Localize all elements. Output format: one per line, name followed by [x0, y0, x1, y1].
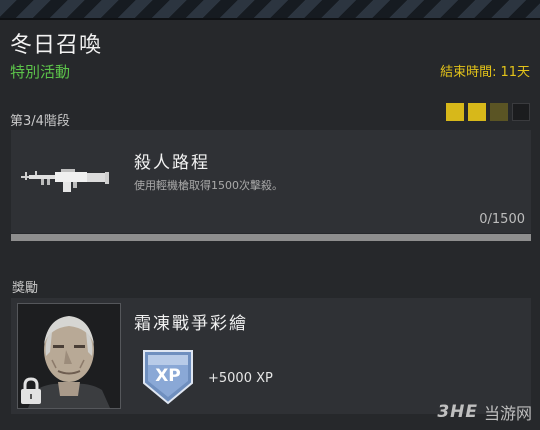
event-title: 冬日召喚 [10, 33, 103, 58]
xp-badge-text: XP [155, 366, 181, 386]
end-time: 結束時間: 11天 [440, 61, 530, 80]
end-time-value: 11天 [500, 65, 530, 80]
stage-label: 第3/4階段 [10, 114, 70, 129]
xp-reward-amount: +5000 XP [208, 371, 273, 386]
xp-badge-icon: XP [142, 349, 194, 409]
watermark-logo: 3HE [437, 402, 478, 422]
reward-name: 霜凍戰爭彩繪 [134, 314, 248, 334]
watermark-text: 当游网 [483, 404, 532, 423]
event-subtitle: 特別活動 [10, 63, 71, 81]
challenge-progress-text: 0/1500 [479, 212, 525, 227]
stage-pip-2 [468, 103, 486, 121]
challenge-card[interactable]: 殺人路程 使用輕機槍取得1500次擊殺。 0/1500 [11, 130, 531, 233]
lock-icon [21, 377, 41, 404]
stage-pip-3 [490, 103, 508, 121]
reward-card[interactable]: 霜凍戰爭彩繪 XP +5000 XP [11, 298, 531, 414]
challenge-title: 殺人路程 [134, 153, 210, 173]
hazard-stripe-banner [0, 0, 540, 20]
stage-pip-4 [512, 103, 530, 121]
reward-section-label: 獎勵 [12, 281, 39, 296]
challenge-progress-bar [11, 234, 531, 241]
light-machine-gun-icon [21, 169, 109, 192]
challenge-description: 使用輕機槍取得1500次擊殺。 [134, 179, 283, 192]
stage-pip-1 [446, 103, 464, 121]
end-time-label: 結束時間: [440, 65, 497, 80]
soldier-portrait-icon [17, 303, 121, 409]
stage-pips [446, 103, 530, 121]
site-watermark: 3HE 当游网 [437, 400, 532, 424]
